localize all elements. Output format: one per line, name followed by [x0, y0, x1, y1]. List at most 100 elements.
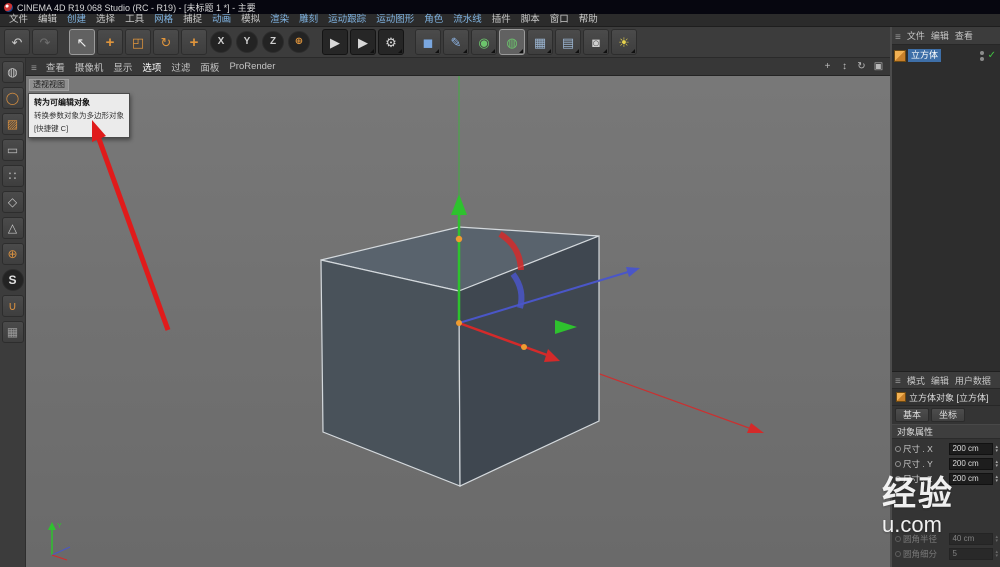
menu-plugins[interactable]: 插件: [487, 14, 516, 26]
menu-snap[interactable]: 捕捉: [178, 14, 207, 26]
camera-button[interactable]: ◙: [583, 29, 609, 55]
toolbar-button-icon: ☀: [618, 34, 630, 50]
render-view-button[interactable]: ▶: [322, 29, 348, 55]
toggle-view-icon[interactable]: ▣: [872, 60, 885, 73]
am-menu-mode[interactable]: 模式: [904, 374, 928, 387]
menu-file[interactable]: 文件: [4, 14, 33, 26]
scale-tool[interactable]: ◰: [125, 29, 151, 55]
lock-x-axis-button[interactable]: X: [210, 31, 232, 53]
attribute-manager-grip-icon[interactable]: [895, 372, 904, 388]
subdivision-surface-button[interactable]: ◉: [471, 29, 497, 55]
menu-edit[interactable]: 编辑: [33, 14, 62, 26]
polygons-mode-button[interactable]: △: [1, 217, 24, 239]
undo-button[interactable]: ↶: [4, 29, 30, 55]
menu-select[interactable]: 选择: [91, 14, 120, 26]
vp-menu-filter[interactable]: 过滤: [166, 60, 195, 74]
object-manager-grip-icon[interactable]: [895, 27, 904, 44]
menu-script[interactable]: 脚本: [516, 14, 545, 26]
value-field[interactable]: 200 cm: [949, 472, 994, 485]
om-menu-file[interactable]: 文件: [904, 29, 928, 42]
model-mode-button[interactable]: ◯: [1, 87, 24, 109]
spinner-icon[interactable]: [995, 475, 998, 483]
coordinate-system-button[interactable]: ⊕: [288, 31, 310, 53]
menu-character[interactable]: 角色: [419, 14, 448, 26]
viewport-canvas[interactable]: Y 透视视图 转为可编辑对象 转换参数对象为多边形对象 [快捷键 C]: [26, 76, 890, 567]
move-tool[interactable]: +: [97, 29, 123, 55]
points-mode-button[interactable]: ∷: [1, 165, 24, 187]
pan-view-icon[interactable]: +: [821, 60, 834, 73]
snap-toggle-button[interactable]: S: [1, 269, 24, 291]
menu-create[interactable]: 创建: [62, 14, 91, 26]
cube-object-row[interactable]: 立方体 ✓: [894, 48, 998, 63]
enabled-check-icon[interactable]: ✓: [988, 50, 996, 61]
cloner-button[interactable]: ▦: [527, 29, 553, 55]
menu-tools[interactable]: 工具: [120, 14, 149, 26]
menu-pipeline[interactable]: 流水线: [448, 14, 487, 26]
attribute-section-header[interactable]: 对象属性: [892, 424, 1000, 439]
fillet-radius-field: 圆角半径 40 cm: [895, 532, 998, 545]
param-handle-top[interactable]: [455, 235, 463, 243]
spline-pen-button[interactable]: ✎: [443, 29, 469, 55]
am-menu-userdata[interactable]: 用户数据: [952, 374, 994, 387]
zoom-view-icon[interactable]: ↕: [838, 60, 851, 73]
light-button[interactable]: ☀: [611, 29, 637, 55]
scene-3d[interactable]: Y: [26, 76, 890, 567]
keyframe-circle-icon[interactable]: [895, 475, 901, 482]
cube-left-face[interactable]: [320, 259, 461, 487]
menu-mesh[interactable]: 网格: [149, 14, 178, 26]
workplane-mode-button[interactable]: ▭: [1, 139, 24, 161]
spinner-icon: [995, 550, 998, 558]
am-tab-coordinates[interactable]: 坐标: [931, 408, 966, 422]
environment-button[interactable]: ▤: [555, 29, 581, 55]
redo-button[interactable]: ↷: [32, 29, 58, 55]
value-field[interactable]: 200 cm: [949, 442, 994, 455]
menu-simulate[interactable]: 模拟: [236, 14, 265, 26]
vp-menu-panel[interactable]: 面板: [195, 60, 224, 74]
menu-mograph[interactable]: 运动图形: [371, 14, 419, 26]
vp-menu-display[interactable]: 显示: [108, 60, 137, 74]
spinner-icon[interactable]: [995, 460, 998, 468]
om-menu-view[interactable]: 查看: [952, 29, 976, 42]
visibility-dots-icon[interactable]: [979, 50, 984, 61]
live-selection-tool[interactable]: ↖: [69, 29, 95, 55]
texture-mode-button[interactable]: ▨: [1, 113, 24, 135]
make-editable-button[interactable]: ◍: [1, 61, 24, 83]
primitive-cube-button[interactable]: ◼: [415, 29, 441, 55]
menu-help[interactable]: 帮助: [574, 14, 603, 26]
rotate-tool[interactable]: ↻: [153, 29, 179, 55]
viewport-grip-icon[interactable]: [31, 58, 40, 76]
edges-mode-button[interactable]: ◇: [1, 191, 24, 213]
keyframe-circle-icon[interactable]: [895, 460, 901, 467]
render-picture-viewer-button[interactable]: ▶: [350, 29, 376, 55]
vp-menu-view[interactable]: 查看: [41, 60, 70, 74]
lock-z-axis-button[interactable]: Z: [262, 31, 284, 53]
rotate-view-icon[interactable]: ↻: [855, 60, 868, 73]
om-menu-edit[interactable]: 编辑: [928, 29, 952, 42]
lock-y-axis-button[interactable]: Y: [236, 31, 258, 53]
am-menu-edit[interactable]: 编辑: [928, 374, 952, 387]
view-name-label[interactable]: 透视视图: [29, 79, 69, 91]
menu-window[interactable]: 窗口: [545, 14, 574, 26]
vp-menu-cameras[interactable]: 摄像机: [70, 60, 109, 74]
enable-axis-button[interactable]: ⊕: [1, 243, 24, 265]
generator-button[interactable]: ◍: [499, 29, 525, 55]
last-used-tool[interactable]: +: [181, 29, 207, 55]
workplane-lock-button[interactable]: ▦: [1, 321, 24, 343]
toolbar-button-icon: ▶: [330, 34, 340, 50]
object-manager-list[interactable]: 立方体 ✓: [892, 45, 1000, 372]
am-tab-basic[interactable]: 基本: [895, 408, 930, 422]
menu-motion-tracker[interactable]: 运动跟踪: [323, 14, 371, 26]
spinner-icon[interactable]: [995, 445, 998, 453]
menu-animate[interactable]: 动画: [207, 14, 236, 26]
menu-sculpt[interactable]: 雕刻: [294, 14, 323, 26]
value-field[interactable]: 200 cm: [949, 457, 994, 470]
menu-render[interactable]: 渲染: [265, 14, 294, 26]
vp-menu-prorender[interactable]: ProRender: [224, 61, 280, 72]
object-name-label[interactable]: 立方体: [908, 49, 942, 62]
object-origin-handle[interactable]: [456, 320, 462, 326]
param-handle-x[interactable]: [521, 344, 527, 350]
vp-menu-options[interactable]: 选项: [137, 60, 166, 74]
snap-magnet-button[interactable]: ∪: [1, 295, 24, 317]
keyframe-circle-icon[interactable]: [895, 445, 901, 452]
render-settings-button[interactable]: ⚙: [378, 29, 404, 55]
